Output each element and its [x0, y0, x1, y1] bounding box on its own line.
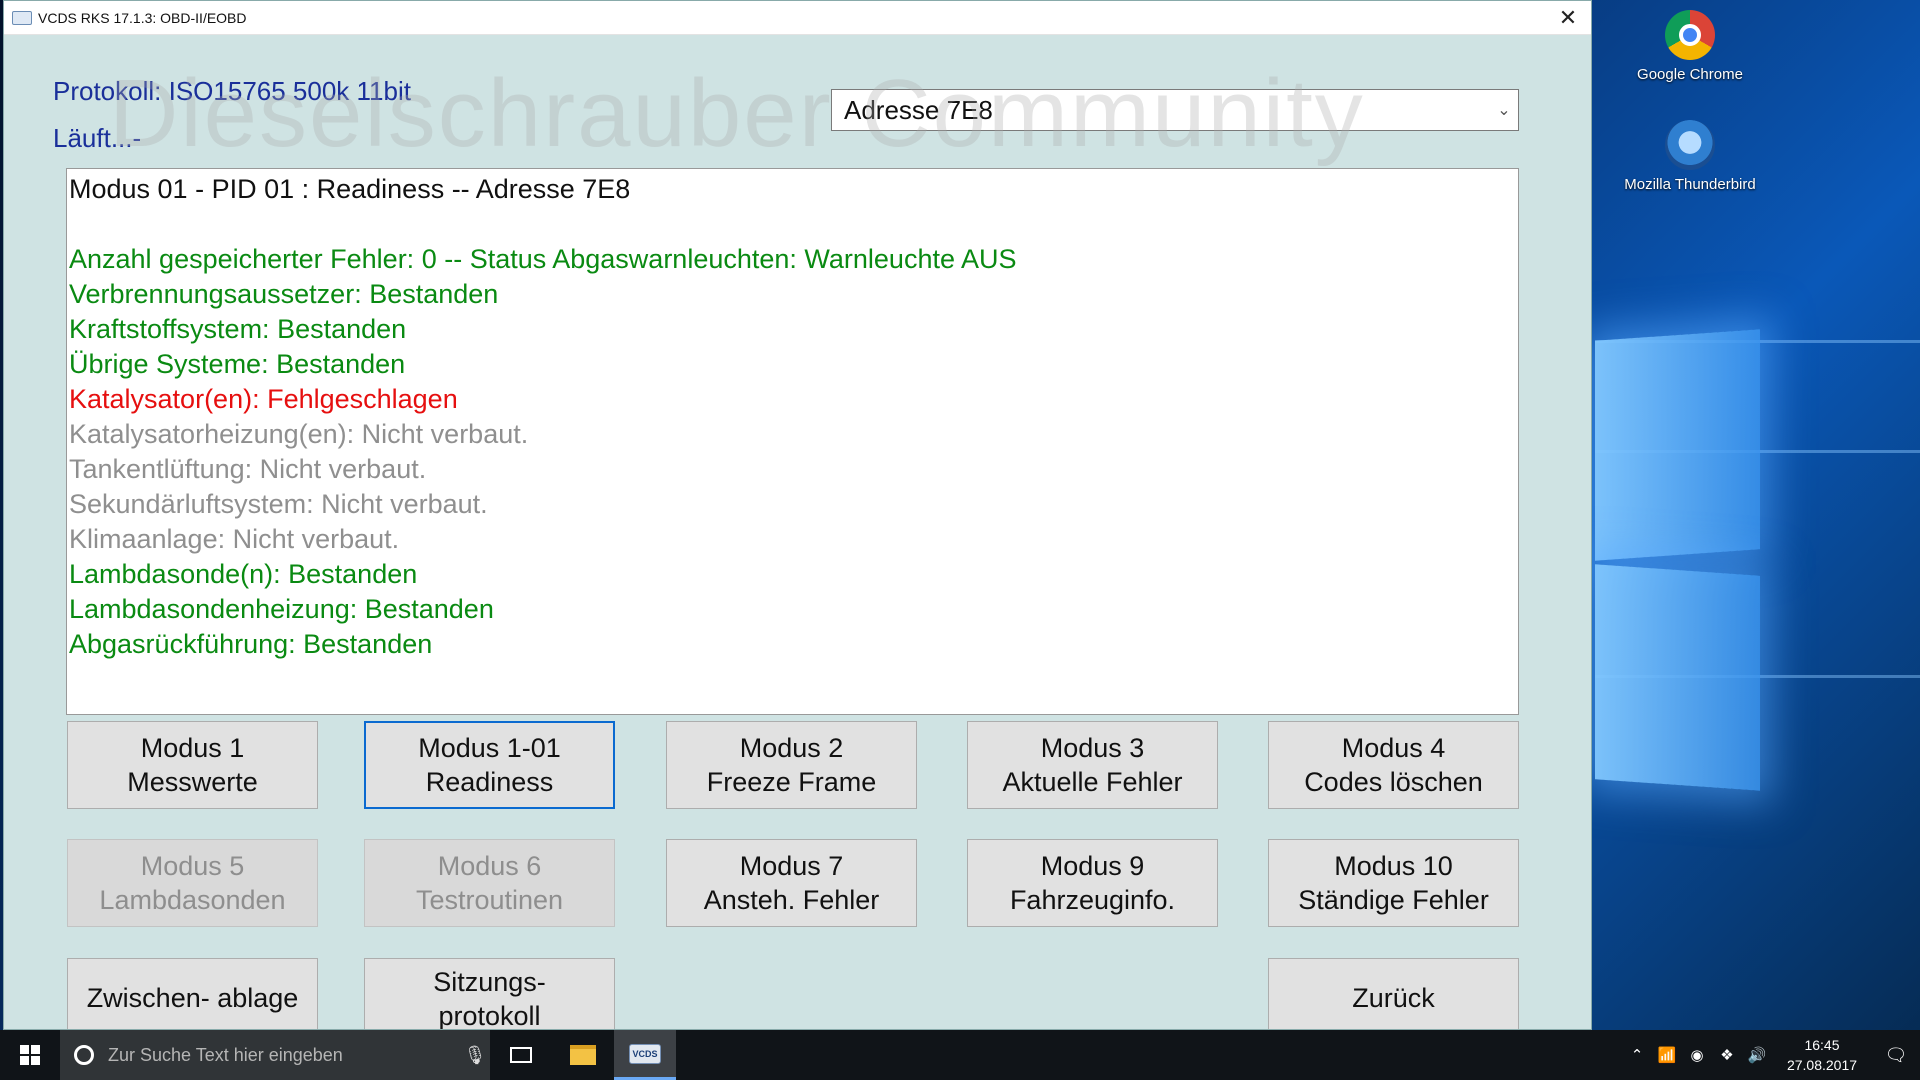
clock[interactable]: 16:45 27.08.2017	[1772, 1035, 1872, 1075]
task-view-button[interactable]	[490, 1030, 552, 1080]
button-label-line2: protokoll	[438, 1001, 541, 1030]
folder-icon	[570, 1045, 596, 1065]
mode4-button[interactable]: Modus 4 Codes löschen	[1268, 721, 1519, 809]
mode1-01-readiness-button[interactable]: Modus 1-01 Readiness	[364, 721, 615, 809]
file-explorer-button[interactable]	[552, 1030, 614, 1080]
desktop-icon-thunderbird[interactable]: Mozilla Thunderbird	[1620, 120, 1760, 193]
button-label-line1: Modus 1-01	[418, 733, 561, 763]
button-label-line1: Modus 9	[1040, 851, 1145, 881]
button-label-line2: Messwerte	[127, 767, 258, 797]
readiness-result-panel[interactable]: Modus 01 - PID 01 : Readiness -- Adresse…	[66, 168, 1519, 715]
button-label-line1: Modus 7	[739, 851, 844, 881]
button-label-line2: Codes löschen	[1304, 767, 1483, 797]
button-label-line1: Modus 1	[140, 733, 245, 763]
search-placeholder: Zur Suche Text hier eingeben	[108, 1044, 343, 1065]
clock-time: 16:45	[1804, 1037, 1840, 1053]
start-button[interactable]	[0, 1030, 60, 1080]
mode3-button[interactable]: Modus 3 Aktuelle Fehler	[967, 721, 1218, 809]
back-button[interactable]: Zurück	[1268, 958, 1519, 1029]
button-label-line1: Modus 10	[1334, 851, 1453, 881]
button-label-line1: Modus 5	[140, 851, 245, 881]
result-line-na: Katalysatorheizung(en): Nicht verbaut.	[69, 419, 529, 449]
address-dropdown[interactable]: Adresse 7E8 ⌄	[831, 89, 1519, 131]
window-title: VCDS RKS 17.1.3: OBD-II/EOBD	[38, 9, 247, 26]
desktop-icon-label: Google Chrome	[1637, 66, 1743, 83]
microphone-icon[interactable]: 🎙	[460, 1045, 490, 1066]
button-label-line1: Zwischen- ablage	[86, 983, 299, 1013]
thunderbird-icon	[1665, 120, 1715, 170]
vcds-taskbar-button[interactable]: VCDS	[614, 1030, 676, 1080]
button-label-line2: Fahrzeuginfo.	[1009, 885, 1176, 915]
button-label-line1: Modus 6	[437, 851, 542, 881]
button-label-line2: Ständige Fehler	[1298, 885, 1489, 915]
desktop-icon-chrome[interactable]: Google Chrome	[1620, 10, 1760, 83]
button-label-line2: Testroutinen	[415, 885, 564, 915]
address-dropdown-value: Adresse 7E8	[844, 94, 993, 125]
session-log-button[interactable]: Sitzungs- protokoll	[364, 958, 615, 1030]
close-button[interactable]: ✕	[1545, 1, 1591, 34]
button-label-line1: Zurück	[1352, 983, 1435, 1013]
button-label-line2: Lambdasonden	[99, 885, 286, 915]
result-line-ok: Kraftstoffsystem: Bestanden	[69, 314, 407, 344]
notification-center-icon[interactable]: 🗨	[1872, 1045, 1920, 1066]
clock-date: 27.08.2017	[1786, 1057, 1858, 1073]
button-label-line1: Modus 4	[1341, 733, 1446, 763]
title-bar[interactable]: VCDS RKS 17.1.3: OBD-II/EOBD ✕	[4, 1, 1591, 35]
mode5-button[interactable]: Modus 5 Lambdasonden	[67, 839, 318, 927]
vcds-app-icon	[12, 10, 32, 25]
dropbox-icon[interactable]: ❖	[1712, 1046, 1742, 1064]
result-line-na: Klimaanlage: Nicht verbaut.	[69, 524, 400, 554]
mode9-button[interactable]: Modus 9 Fahrzeuginfo.	[967, 839, 1218, 927]
button-label-line2: Readiness	[425, 767, 554, 797]
system-tray: ⌃ 📶 ◉ ❖ 🔊 16:45 27.08.2017 🗨	[1622, 1030, 1920, 1080]
taskbar: Zur Suche Text hier eingeben 🎙 VCDS ⌃ 📶 …	[0, 1030, 1920, 1080]
button-label-line2: Freeze Frame	[706, 767, 877, 797]
mode7-button[interactable]: Modus 7 Ansteh. Fehler	[666, 839, 917, 927]
chrome-icon	[1665, 10, 1715, 60]
mode2-button[interactable]: Modus 2 Freeze Frame	[666, 721, 917, 809]
result-line-ok: Übrige Systeme: Bestanden	[69, 349, 406, 379]
result-line-ok: Anzahl gespeicherter Fehler: 0 -- Status…	[69, 244, 1017, 274]
result-line-ok: Lambdasondenheizung: Bestanden	[69, 594, 494, 624]
clipboard-button[interactable]: Zwischen- ablage	[67, 958, 318, 1029]
result-line-ok: Verbrennungsaussetzer: Bestanden	[69, 279, 499, 309]
button-label-line2: Aktuelle Fehler	[1002, 767, 1183, 797]
network-icon[interactable]: 📶	[1652, 1046, 1682, 1064]
result-line-na: Sekundärluftsystem: Nicht verbaut.	[69, 489, 488, 519]
mode1-button[interactable]: Modus 1 Messwerte	[67, 721, 318, 809]
vcds-icon: VCDS	[629, 1043, 661, 1064]
desktop-icon-label: Mozilla Thunderbird	[1624, 176, 1756, 193]
button-label-line2: Ansteh. Fehler	[703, 885, 880, 915]
status-running-label: Läuft...-	[53, 123, 142, 153]
result-line-ok: Abgasrückführung: Bestanden	[69, 629, 433, 659]
vcds-window: VCDS RKS 17.1.3: OBD-II/EOBD ✕ Dieselsch…	[3, 0, 1592, 1030]
result-line-ok: Lambdasonde(n): Bestanden	[69, 559, 418, 589]
mode10-button[interactable]: Modus 10 Ständige Fehler	[1268, 839, 1519, 927]
thunderbird-tray-icon[interactable]: ◉	[1682, 1046, 1712, 1064]
mode6-button[interactable]: Modus 6 Testroutinen	[364, 839, 615, 927]
windows-logo-graphic	[1595, 329, 1765, 791]
chevron-down-icon: ⌄	[1497, 102, 1511, 119]
windows-start-icon	[20, 1045, 40, 1065]
taskbar-search-box[interactable]: Zur Suche Text hier eingeben 🎙	[60, 1030, 490, 1080]
result-line-na: Tankentlüftung: Nicht verbaut.	[69, 454, 427, 484]
cortana-icon	[74, 1045, 94, 1065]
button-label-line1: Modus 2	[739, 733, 844, 763]
result-line-fail: Katalysator(en): Fehlgeschlagen	[69, 384, 458, 414]
volume-icon[interactable]: 🔊	[1742, 1046, 1772, 1064]
task-view-icon	[510, 1047, 532, 1063]
result-heading: Modus 01 - PID 01 : Readiness -- Adresse…	[69, 174, 631, 204]
chevron-up-icon[interactable]: ⌃	[1622, 1046, 1652, 1064]
button-label-line1: Sitzungs-	[433, 967, 546, 997]
protocol-label: Protokoll: ISO15765 500k 11bit	[53, 76, 411, 106]
button-label-line1: Modus 3	[1040, 733, 1145, 763]
